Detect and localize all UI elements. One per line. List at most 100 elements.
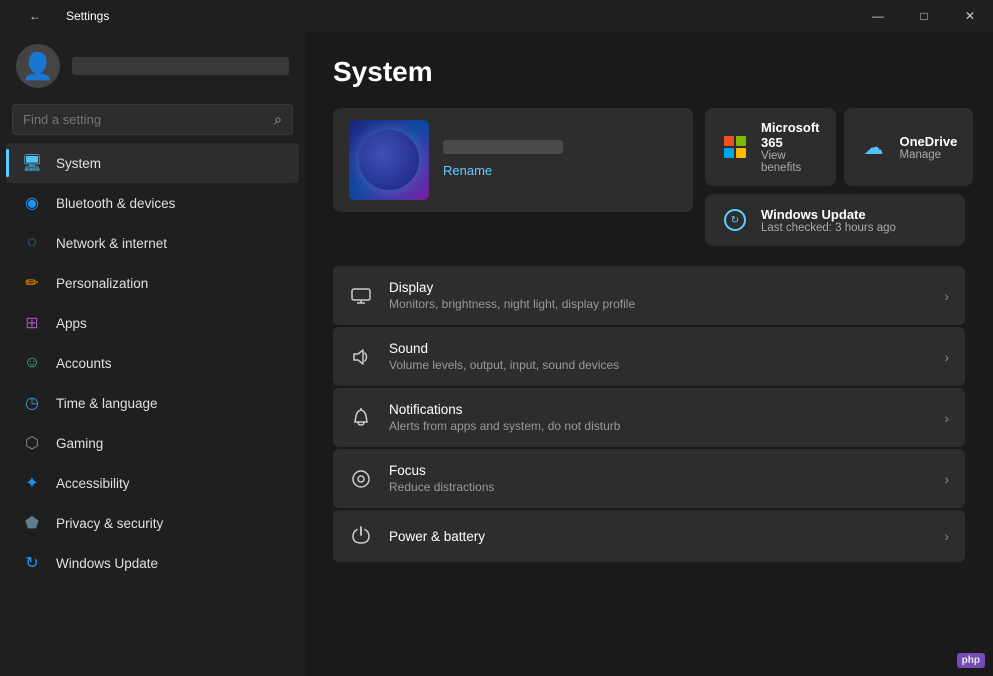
sidebar-item-label-system: System	[56, 156, 101, 171]
sound-chevron-icon: ›	[944, 349, 949, 365]
close-button[interactable]: ✕	[947, 0, 993, 32]
sidebar-item-label-accounts: Accounts	[56, 356, 112, 371]
windows-update-text: Windows Update Last checked: 3 hours ago	[761, 207, 949, 234]
search-input[interactable]	[23, 112, 266, 127]
sidebar-item-system[interactable]: 🖥System	[6, 143, 299, 183]
settings-item-notifications[interactable]: Notifications Alerts from apps and system…	[333, 388, 965, 447]
content-area: System Rename	[305, 32, 993, 676]
display-text: DisplayMonitors, brightness, night light…	[389, 280, 928, 311]
sidebar-item-apps[interactable]: ⊞ Apps	[6, 303, 299, 343]
focus-title: Focus	[389, 463, 928, 478]
ms365-text: Microsoft 365 View benefits	[761, 120, 820, 174]
sidebar: 👤 ⌕ 🖥System ◉ Bluetooth & devices ◌ Network …	[0, 32, 305, 676]
sidebar-item-time[interactable]: ◷ Time & language	[6, 383, 299, 423]
onedrive-card[interactable]: ☁ OneDrive Manage	[844, 108, 974, 186]
update-circle-icon: ↻	[724, 209, 746, 231]
privacy-nav-icon: ⬟	[22, 513, 42, 533]
settings-item-sound[interactable]: SoundVolume levels, output, input, sound…	[333, 327, 965, 386]
php-badge: php	[957, 653, 985, 668]
search-icon: ⌕	[274, 111, 282, 128]
ms365-title: Microsoft 365	[761, 120, 820, 150]
settings-list: DisplayMonitors, brightness, night light…	[333, 266, 965, 562]
user-icon: 👤	[22, 51, 54, 82]
windowsupdate-nav-icon: ↻	[22, 553, 42, 573]
sidebar-item-label-gaming: Gaming	[56, 436, 103, 451]
bluetooth-nav-icon: ◉	[22, 193, 42, 213]
windows-update-subtitle: Last checked: 3 hours ago	[761, 222, 949, 234]
focus-settings-icon	[349, 467, 373, 491]
device-card: Rename	[333, 108, 693, 212]
notifications-chevron-icon: ›	[944, 410, 949, 426]
sidebar-item-accounts[interactable]: ☺ Accounts	[6, 343, 299, 383]
notifications-subtitle: Alerts from apps and system, do not dist…	[389, 419, 928, 433]
sidebar-item-label-accessibility: Accessibility	[56, 476, 130, 491]
notifications-settings-icon	[349, 406, 373, 430]
display-settings-icon	[349, 284, 373, 308]
sidebar-item-label-time: Time & language	[56, 396, 158, 411]
microsoft365-card[interactable]: Microsoft 365 View benefits	[705, 108, 836, 186]
sidebar-item-label-apps: Apps	[56, 316, 87, 331]
power-chevron-icon: ›	[944, 528, 949, 544]
focus-chevron-icon: ›	[944, 471, 949, 487]
display-chevron-icon: ›	[944, 288, 949, 304]
sidebar-item-privacy[interactable]: ⬟ Privacy & security	[6, 503, 299, 543]
windows-update-title: Windows Update	[761, 207, 949, 222]
sidebar-item-bluetooth[interactable]: ◉ Bluetooth & devices	[6, 183, 299, 223]
sidebar-item-accessibility[interactable]: ✦ Accessibility	[6, 463, 299, 503]
onedrive-title: OneDrive	[900, 134, 958, 149]
titlebar: ← Settings — □ ✕	[0, 0, 993, 32]
onedrive-subtitle: Manage	[900, 149, 958, 161]
sidebar-item-label-windowsupdate: Windows Update	[56, 556, 158, 571]
settings-item-power[interactable]: Power & battery ›	[333, 510, 965, 562]
service-cards-row: Microsoft 365 View benefits ☁ OneDrive M…	[705, 108, 965, 186]
display-title: Display	[389, 280, 928, 295]
device-image-inner	[359, 130, 419, 190]
rename-link[interactable]: Rename	[443, 163, 492, 178]
app-title: Settings	[66, 9, 109, 23]
network-nav-icon: ◌	[22, 233, 42, 253]
sidebar-item-windowsupdate[interactable]: ↻ Windows Update	[6, 543, 299, 583]
onedrive-text: OneDrive Manage	[900, 134, 958, 161]
sidebar-item-gaming[interactable]: ⬡ Gaming	[6, 423, 299, 463]
gaming-nav-icon: ⬡	[22, 433, 42, 453]
settings-item-focus[interactable]: Focus Reduce distractions ›	[333, 449, 965, 508]
personalization-nav-icon: ✏	[22, 273, 42, 293]
sidebar-item-network[interactable]: ◌ Network & internet	[6, 223, 299, 263]
search-box[interactable]: ⌕	[12, 104, 293, 135]
accessibility-nav-icon: ✦	[22, 473, 42, 493]
sidebar-item-label-privacy: Privacy & security	[56, 516, 163, 531]
sidebar-item-label-personalization: Personalization	[56, 276, 148, 291]
windows-update-icon: ↻	[721, 206, 749, 234]
onedrive-icon: ☁	[860, 133, 888, 161]
sound-text: SoundVolume levels, output, input, sound…	[389, 341, 928, 372]
top-section: Rename	[333, 108, 965, 246]
ms365-icon	[721, 133, 749, 161]
ms365-subtitle: View benefits	[761, 150, 820, 174]
time-nav-icon: ◷	[22, 393, 42, 413]
titlebar-left: ← Settings	[12, 0, 109, 32]
sidebar-item-personalization[interactable]: ✏ Personalization	[6, 263, 299, 303]
main-layout: 👤 ⌕ 🖥System ◉ Bluetooth & devices ◌ Network …	[0, 32, 993, 676]
notifications-title: Notifications	[389, 402, 928, 417]
apps-nav-icon: ⊞	[22, 313, 42, 333]
device-name-bar	[443, 140, 563, 154]
accounts-nav-icon: ☺	[22, 353, 42, 373]
avatar: 👤	[16, 44, 60, 88]
windows-update-card[interactable]: ↻ Windows Update Last checked: 3 hours a…	[705, 194, 965, 246]
settings-item-display[interactable]: DisplayMonitors, brightness, night light…	[333, 266, 965, 325]
back-button[interactable]: ←	[12, 0, 58, 32]
right-cards: Microsoft 365 View benefits ☁ OneDrive M…	[705, 108, 965, 246]
maximize-button[interactable]: □	[901, 0, 947, 32]
focus-text: Focus Reduce distractions	[389, 463, 928, 494]
focus-subtitle: Reduce distractions	[389, 480, 928, 494]
sidebar-item-label-network: Network & internet	[56, 236, 167, 251]
sound-title: Sound	[389, 341, 928, 356]
user-name-bar	[72, 57, 289, 75]
minimize-button[interactable]: —	[855, 0, 901, 32]
device-info: Rename	[443, 140, 677, 180]
sidebar-item-label-bluetooth: Bluetooth & devices	[56, 196, 175, 211]
power-title: Power & battery	[389, 529, 928, 544]
nav-items: 🖥System ◉ Bluetooth & devices ◌ Network & in…	[0, 143, 305, 583]
titlebar-controls: — □ ✕	[855, 0, 993, 32]
page-title: System	[333, 56, 965, 88]
